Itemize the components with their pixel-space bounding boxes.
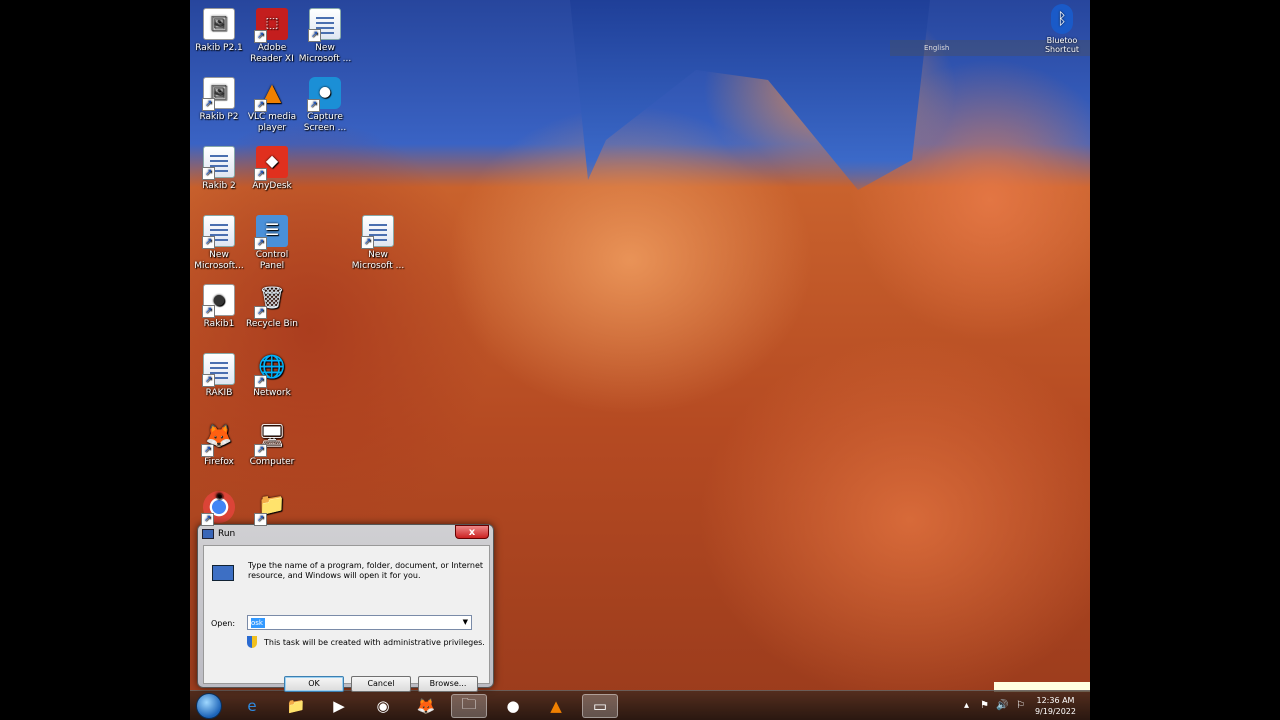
desktop-icon-label: New Microsoft ... [351, 250, 405, 271]
taskbar-run-icon[interactable]: ▭ [582, 694, 618, 718]
chrome-icon: ◉ [201, 491, 235, 526]
taskbar-vlc-icon[interactable]: ▲ [538, 694, 574, 718]
clock[interactable]: 12:36 AM 9/19/2022 [1035, 695, 1076, 717]
taskbar-media-icon[interactable]: ▶ [321, 694, 357, 718]
desktop-icon[interactable]: New Microsoft ... [350, 211, 406, 272]
start-button[interactable] [196, 693, 222, 719]
run-title-icon [202, 529, 214, 539]
desktop-icon[interactable]: ⬚Adobe Reader XI [244, 4, 300, 65]
desktop-icon[interactable]: 🖼Rakib P2 [191, 73, 247, 123]
desktop-icon-label: New Microsoft ... [298, 43, 352, 64]
desktop-icon-label: New Microsoft... [194, 250, 244, 271]
desktop-icon[interactable]: RAKIB [191, 349, 247, 399]
volume-icon[interactable]: 🔊 [996, 700, 1008, 711]
desktop-icon[interactable]: ●Rakib1 [191, 280, 247, 330]
bluetooth-icon: ᛒ [1051, 4, 1073, 34]
desktop-icon[interactable]: ◆AnyDesk [244, 142, 300, 192]
taskbar-explorer-icon[interactable]: 📁 [278, 694, 314, 718]
desktop-icon[interactable]: ▲VLC media player [244, 73, 300, 134]
open-input-value: osk [251, 618, 265, 628]
taskbar-folder-icon[interactable]: 🗀 [451, 694, 487, 718]
flag-icon[interactable]: ⚐ [1016, 700, 1025, 711]
desktop-icon-label: RAKIB [205, 388, 233, 398]
desktop-icon[interactable]: 🦊Firefox [191, 418, 247, 468]
language-label: English [924, 44, 950, 52]
desktop-icon-label: Computer [249, 457, 295, 467]
close-button[interactable]: x [455, 525, 489, 539]
wallpaper-sky [570, 0, 930, 190]
doc-icon [361, 215, 394, 249]
network-icon: 🌐 [254, 353, 288, 388]
open-label: Open: [211, 619, 236, 628]
ok-button[interactable]: OK [284, 676, 344, 692]
cancel-button[interactable]: Cancel [351, 676, 411, 692]
desktop-icon[interactable]: ☰Control Panel [244, 211, 300, 272]
run-title-bar[interactable]: Run [202, 529, 235, 539]
desktop-icon-label: Adobe Reader XI [250, 43, 294, 64]
bluetooth-label: Bluetoo Shortcut [1044, 36, 1080, 54]
anydesk-icon: ◆ [254, 146, 288, 181]
clock-time: 12:36 AM [1036, 696, 1075, 705]
desktop-icon-label: Rakib 2 [202, 181, 236, 191]
run-client-area: Type the name of a program, folder, docu… [203, 545, 490, 692]
action-center-icon[interactable]: ⚑ [980, 700, 989, 711]
taskbar-firefox-icon[interactable]: 🦊 [408, 694, 444, 718]
desktop-icon[interactable]: ◉ [191, 487, 247, 526]
image-icon: ● [202, 284, 235, 318]
desktop-icon-label: VLC media player [247, 112, 297, 133]
pdf-icon: ⬚ [254, 8, 288, 43]
folder-icon: 📁 [254, 491, 288, 526]
desktop-icon[interactable]: Rakib 2 [191, 142, 247, 192]
chevron-down-icon[interactable]: ▼ [463, 618, 468, 626]
desktop-icon-label: Control Panel [255, 250, 289, 271]
desktop-icon-label: Network [253, 388, 291, 398]
desktop-icon-label: Firefox [204, 457, 234, 467]
desktop-icon-label: Rakib1 [203, 319, 235, 329]
open-input[interactable]: osk ▼ [247, 615, 472, 630]
run-title: Run [218, 529, 236, 539]
capture-icon: ● [307, 77, 341, 112]
doc-icon [202, 353, 235, 387]
control-icon: ☰ [254, 215, 288, 250]
run-description: Type the name of a program, folder, docu… [248, 561, 484, 580]
desktop-icon[interactable]: New Microsoft ... [297, 4, 353, 65]
taskbar-capture-icon[interactable]: ● [495, 694, 531, 718]
desktop-icon-label: Rakib P2.1 [195, 43, 243, 53]
desktop-icon[interactable]: 🌐Network [244, 349, 300, 399]
desktop-icon[interactable]: 🖼 Rakib P2.1 [191, 4, 247, 54]
image-icon: 🖼 [203, 8, 235, 40]
desktop-icon-label: Rakib P2 [199, 112, 239, 122]
desktop-icon[interactable]: New Microsoft... [191, 211, 247, 272]
vlc-icon: ▲ [254, 77, 288, 112]
shield-icon [247, 636, 257, 648]
bin-icon: 🗑 [254, 284, 288, 319]
doc-icon [202, 146, 235, 180]
desktop-icon[interactable]: 🖥Computer [244, 418, 300, 468]
browse-button[interactable]: Browse... [418, 676, 478, 692]
desktop-icon-label: Capture Screen ... [303, 112, 347, 133]
firefox-icon: 🦊 [201, 422, 235, 457]
desktop-icon[interactable]: 📁 [244, 487, 300, 526]
bluetooth-shortcut[interactable]: ᛒ Bluetoo Shortcut [1042, 4, 1082, 54]
desktop-icon[interactable]: ●Capture Screen ... [297, 73, 353, 134]
desktop-icon-label: Recycle Bin [246, 319, 298, 329]
run-dialog: Run x Type the name of a program, folder… [197, 524, 494, 692]
run-app-icon [212, 565, 234, 581]
excel-icon [202, 215, 235, 249]
admin-note-text: This task will be created with administr… [264, 637, 485, 647]
taskbar-ie-icon[interactable]: e [234, 694, 270, 718]
taskbar: e 📁 ▶ ◉ 🦊 🗀 ● ▲ ▭ ▴ ⚑ 🔊 ⚐ 12:36 AM 9/19/2022 [190, 690, 1090, 720]
computer-icon: 🖥 [254, 422, 288, 457]
image-icon: 🖼 [202, 77, 235, 111]
doc-icon [308, 8, 341, 42]
tray-expand-icon[interactable]: ▴ [964, 700, 969, 711]
taskbar-chrome-icon[interactable]: ◉ [365, 694, 401, 718]
desktop-icon[interactable]: 🗑Recycle Bin [244, 280, 300, 330]
desktop-icon-label: AnyDesk [252, 181, 292, 191]
admin-note: This task will be created with administr… [247, 636, 485, 648]
clock-date: 9/19/2022 [1034, 707, 1076, 716]
